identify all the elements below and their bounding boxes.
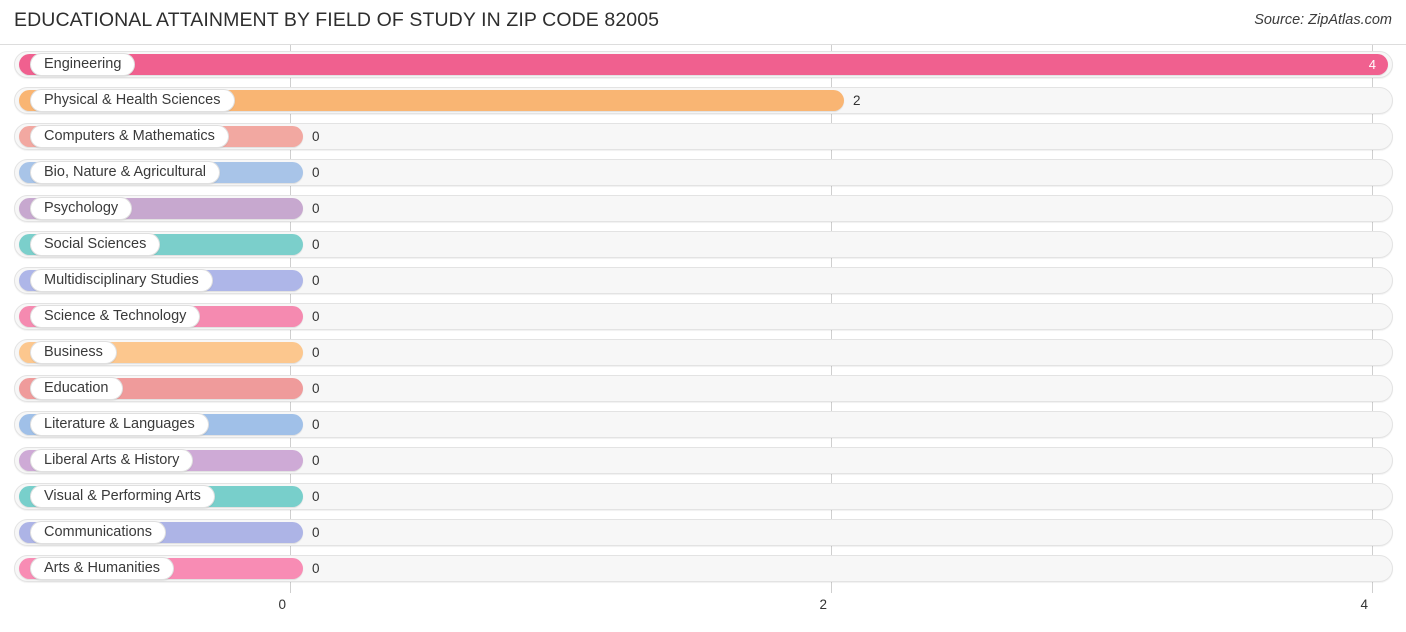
- category-label[interactable]: Education: [30, 377, 123, 400]
- chart-plot-area: 4 Engineering 2 Physical & Health Sciences 0…: [0, 45, 1406, 593]
- category-label[interactable]: Psychology: [30, 197, 133, 220]
- bar-row[interactable]: 0 Visual & Performing Arts: [14, 483, 1393, 510]
- x-axis-tick-label: 2: [819, 597, 827, 612]
- category-label[interactable]: Science & Technology: [30, 305, 201, 328]
- category-label[interactable]: Arts & Humanities: [30, 557, 175, 580]
- bar-value-label: 0: [312, 345, 320, 360]
- bar-row[interactable]: 0 Communications: [14, 519, 1393, 546]
- bar-row[interactable]: 2 Physical & Health Sciences: [14, 87, 1393, 114]
- bar-row[interactable]: 0 Science & Technology: [14, 303, 1393, 330]
- category-label[interactable]: Physical & Health Sciences: [30, 89, 235, 112]
- x-axis-tick-label: 4: [1360, 597, 1368, 612]
- bar-value-label: 0: [312, 489, 320, 504]
- chart-header: EDUCATIONAL ATTAINMENT BY FIELD OF STUDY…: [0, 0, 1406, 45]
- bar-row[interactable]: 0 Literature & Languages: [14, 411, 1393, 438]
- bar-row[interactable]: 0 Education: [14, 375, 1393, 402]
- x-axis: 0 2 4: [0, 593, 1406, 632]
- bar-row[interactable]: 0 Multidisciplinary Studies: [14, 267, 1393, 294]
- category-label[interactable]: Business: [30, 341, 117, 364]
- category-label[interactable]: Communications: [30, 521, 166, 544]
- category-label[interactable]: Multidisciplinary Studies: [30, 269, 213, 292]
- category-label[interactable]: Literature & Languages: [30, 413, 209, 436]
- bar-row[interactable]: 4 Engineering: [14, 51, 1393, 78]
- x-axis-tick-label: 0: [278, 597, 286, 612]
- bar-value-label: 0: [312, 417, 320, 432]
- bar-value-label: 0: [312, 129, 320, 144]
- bar-row[interactable]: 0 Psychology: [14, 195, 1393, 222]
- category-label[interactable]: Bio, Nature & Agricultural: [30, 161, 220, 184]
- bar-value-label: 0: [312, 381, 320, 396]
- page-title: EDUCATIONAL ATTAINMENT BY FIELD OF STUDY…: [14, 9, 660, 31]
- bar-value-label: 0: [312, 561, 320, 576]
- bar-value-label: 0: [312, 165, 320, 180]
- bar-row[interactable]: 0 Computers & Mathematics: [14, 123, 1393, 150]
- bar-value-label: 2: [853, 93, 861, 108]
- bar-row[interactable]: 0 Bio, Nature & Agricultural: [14, 159, 1393, 186]
- category-label[interactable]: Visual & Performing Arts: [30, 485, 215, 508]
- bar-row[interactable]: 0 Social Sciences: [14, 231, 1393, 258]
- category-label[interactable]: Social Sciences: [30, 233, 161, 256]
- bar-value-label: 0: [312, 309, 320, 324]
- category-label[interactable]: Computers & Mathematics: [30, 125, 229, 148]
- bar-value-label: 4: [1368, 57, 1376, 72]
- bar-value-label: 0: [312, 237, 320, 252]
- bar-value-label: 0: [312, 525, 320, 540]
- category-label[interactable]: Engineering: [30, 53, 136, 76]
- bar-row[interactable]: 0 Liberal Arts & History: [14, 447, 1393, 474]
- category-label[interactable]: Liberal Arts & History: [30, 449, 194, 472]
- bar-value-label: 0: [312, 273, 320, 288]
- source-attribution: Source: ZipAtlas.com: [1254, 12, 1392, 28]
- bar-value-label: 0: [312, 453, 320, 468]
- bar-row[interactable]: 0 Business: [14, 339, 1393, 366]
- bar-value-label: 0: [312, 201, 320, 216]
- bar-fill: 4: [19, 54, 1388, 75]
- bar-row[interactable]: 0 Arts & Humanities: [14, 555, 1393, 582]
